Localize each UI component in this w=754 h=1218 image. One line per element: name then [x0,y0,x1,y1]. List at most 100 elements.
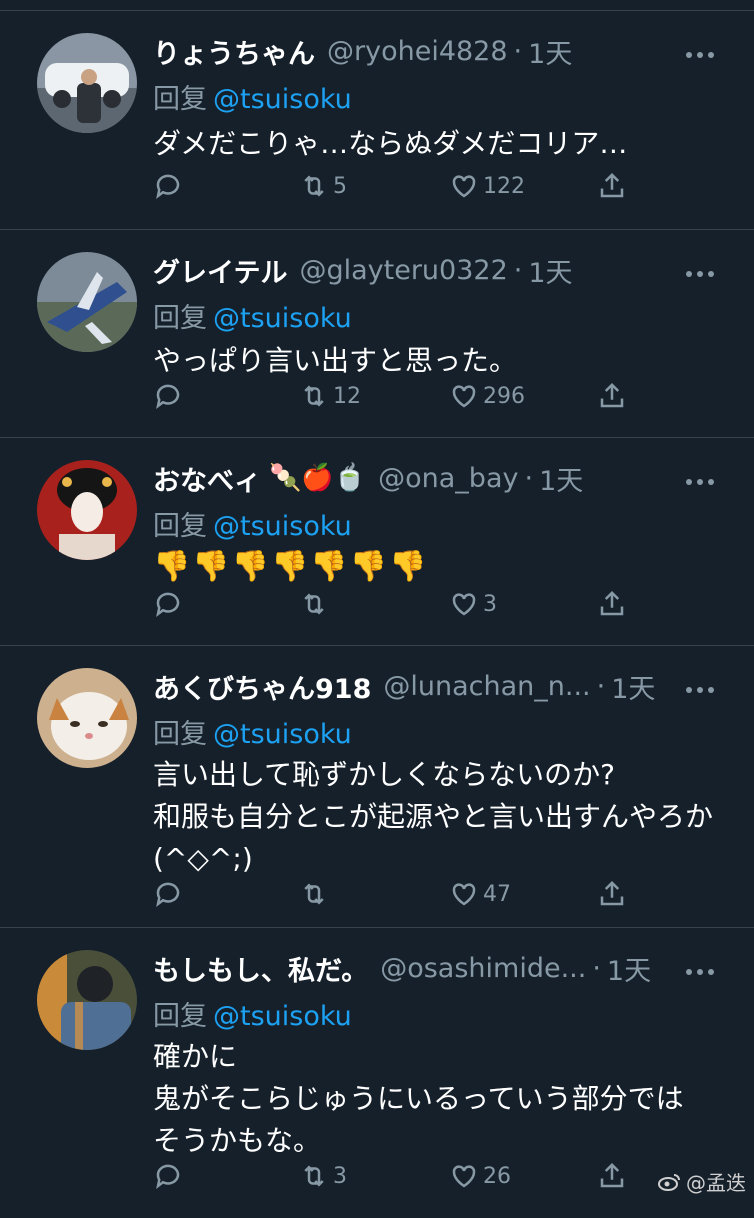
reply-prefix: 回复 [153,303,207,334]
like-count: 26 [483,1163,511,1189]
avatar-image-maiko [37,460,137,560]
retweet-button[interactable]: 5 [299,171,347,201]
share-button[interactable] [597,381,627,411]
reply-button[interactable] [153,1161,187,1191]
replying-to: 回复 @tsuisoku [153,994,352,1033]
more-options-icon[interactable] [686,680,716,700]
reply-button[interactable] [153,381,187,411]
reply-prefix: 回复 [153,1001,207,1032]
mention-link[interactable]: @tsuisoku [213,84,352,115]
display-name[interactable]: おなべィ [153,459,261,498]
reply-button[interactable] [153,171,187,201]
action-bar: 3 26 [153,1156,714,1196]
tweet-5[interactable]: もしもし、私だ。 @osashimide... · 1天 回复 @tsuisoku… [0,928,754,1218]
replying-to: 回复 @tsuisoku [153,504,352,543]
separator-dot: · [592,952,601,984]
share-icon [600,172,624,198]
tweet-3[interactable]: おなべィ 🍡🍎🍵 @ona_bay · 1天 回复 @tsuisoku 👎👎👎👎👎… [0,438,754,646]
retweet-count: 12 [333,383,361,409]
reply-icon [156,882,180,907]
avatar[interactable] [37,460,137,560]
display-name[interactable]: もしもし、私だ。 [153,949,368,988]
user-handle[interactable]: @osashimide... [380,953,586,984]
more-options-icon[interactable] [686,962,716,982]
mention-link[interactable]: @tsuisoku [213,303,352,334]
action-bar: 47 [153,874,714,914]
tweet-text: ダメだこりゃ…ならぬダメだコリア… [153,127,628,160]
like-button[interactable]: 26 [449,1161,511,1191]
name-emoji: 🍡🍎🍵 [269,463,367,493]
tweet-2[interactable]: グレイテル @glayteru0322 · 1天 回复 @tsuisoku やっぱ… [0,230,754,438]
mention-link[interactable]: @tsuisoku [213,511,352,542]
timestamp[interactable]: 1天 [539,459,583,498]
like-count: 122 [483,173,525,199]
like-button[interactable]: 3 [449,589,497,619]
retweet-icon [304,1165,324,1187]
replying-to: 回复 @tsuisoku [153,296,352,335]
timestamp[interactable]: 1天 [528,32,572,71]
reply-icon [156,384,180,409]
retweet-button[interactable]: 12 [299,381,361,411]
watermark-text: @孟迭 [686,1171,746,1195]
tweet-1[interactable]: りょうちゃん @ryohei4828 · 1天 回复 @tsuisoku ダメだこ… [0,10,754,230]
reply-icon [156,174,180,199]
share-button[interactable] [597,171,627,201]
share-icon [600,1162,624,1188]
separator-dot: · [596,670,606,702]
like-button[interactable]: 47 [449,879,511,909]
user-handle[interactable]: @glayteru0322 [299,255,507,286]
reply-button[interactable] [153,589,187,619]
weibo-logo-icon [658,1173,680,1191]
avatar-image-cat [37,668,137,768]
reply-feed: りょうちゃん @ryohei4828 · 1天 回复 @tsuisoku ダメだこ… [0,0,754,1218]
reply-icon [156,1164,180,1189]
more-options-icon[interactable] [686,45,716,65]
timestamp[interactable]: 1天 [611,667,655,706]
separator-dot: · [524,462,534,494]
replying-to: 回复 @tsuisoku [153,712,352,751]
share-button[interactable] [597,589,627,619]
weibo-watermark: @孟迭 [658,1167,746,1196]
like-count: 296 [483,383,525,409]
avatar[interactable] [37,252,137,352]
tweet-4[interactable]: あくびちゃん918 @lunachan_n... · 1天 回复 @tsuisok… [0,646,754,928]
retweet-icon [304,883,324,905]
display-name[interactable]: あくびちゃん918 [153,667,371,706]
display-name[interactable]: りょうちゃん [153,32,315,71]
separator-dot: · [513,35,523,67]
like-button[interactable]: 122 [449,171,525,201]
more-options-icon[interactable] [686,264,716,284]
retweet-button[interactable] [299,589,333,619]
user-handle[interactable]: @ona_bay [378,463,518,494]
reply-prefix: 回复 [153,511,207,542]
action-bar: 5 122 [153,166,714,206]
mention-link[interactable]: @tsuisoku [213,1001,352,1032]
tweet-text: 👎👎👎👎👎👎👎 [153,549,429,584]
mention-link[interactable]: @tsuisoku [213,719,352,750]
user-handle[interactable]: @ryohei4828 [327,36,508,67]
avatar[interactable] [37,668,137,768]
reply-button[interactable] [153,879,187,909]
separator-dot: · [513,254,523,286]
share-icon [600,880,624,906]
reply-prefix: 回复 [153,84,207,115]
display-name[interactable]: グレイテル [153,251,287,290]
more-options-icon[interactable] [686,472,716,492]
share-button[interactable] [597,879,627,909]
retweet-button[interactable] [299,879,333,909]
retweet-icon [304,175,324,197]
timestamp[interactable]: 1天 [528,251,572,290]
avatar[interactable] [37,950,137,1050]
retweet-count: 5 [333,173,347,199]
like-button[interactable]: 296 [449,381,525,411]
retweet-button[interactable]: 3 [299,1161,347,1191]
tweet-text: 確かに 鬼がそこらじゅうにいるっていう部分では そうかもな。 [153,1040,684,1157]
avatar[interactable] [37,33,137,133]
user-handle[interactable]: @lunachan_n... [383,671,590,702]
share-button[interactable] [597,1161,627,1191]
retweet-icon [304,385,324,407]
heart-icon [452,175,476,198]
replying-to: 回复 @tsuisoku [153,77,352,116]
timestamp[interactable]: 1天 [607,949,651,988]
avatar-image-car [37,33,137,133]
